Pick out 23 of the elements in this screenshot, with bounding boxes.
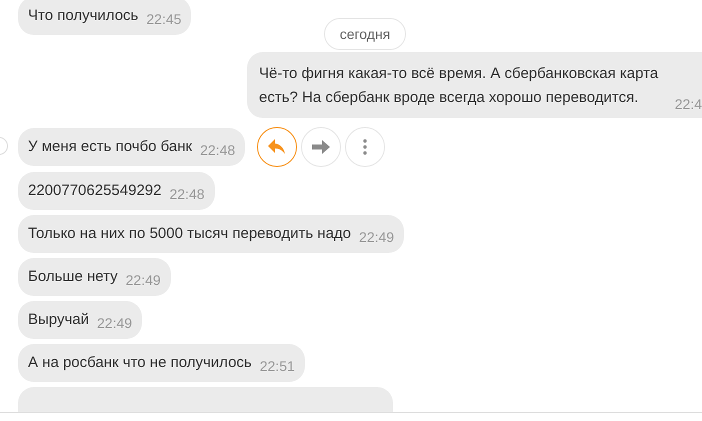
message-text: Только на них по 5000 тысяч переводить надо [28, 224, 352, 244]
message-text: Выручай [28, 310, 89, 330]
message-text: А на росбанк что не получилось [28, 353, 252, 373]
message-time: 22:51 [260, 357, 295, 376]
message-time: 22:49 [126, 271, 161, 290]
message-text: Больше нету [28, 267, 118, 287]
message-time: 22:49 [359, 228, 394, 247]
message-time: 22:45 [146, 10, 182, 29]
reply-button[interactable] [257, 127, 298, 167]
message-time: 22:48 [169, 185, 205, 204]
more-button[interactable] [345, 127, 386, 167]
message-time: 22:49 [97, 314, 132, 333]
message-text: Чё-то фигня какая-то всё время. А сбербанковская карта есть? На сбербанк вроде всегда хорошо переводится. [259, 64, 660, 108]
forward-arrow-icon [311, 139, 332, 155]
message-time: 22:4 [674, 95, 702, 114]
message-time: 22:48 [200, 141, 236, 160]
forward-button[interactable] [301, 127, 342, 167]
message-text: Что получилось [28, 6, 138, 26]
message-text: 2200770625549292 [28, 181, 162, 201]
message-text: У меня есть почбо банк [28, 137, 192, 157]
reply-arrow-icon [267, 138, 288, 156]
more-dots-icon [363, 139, 368, 155]
date-separator: сегодня [324, 18, 406, 50]
